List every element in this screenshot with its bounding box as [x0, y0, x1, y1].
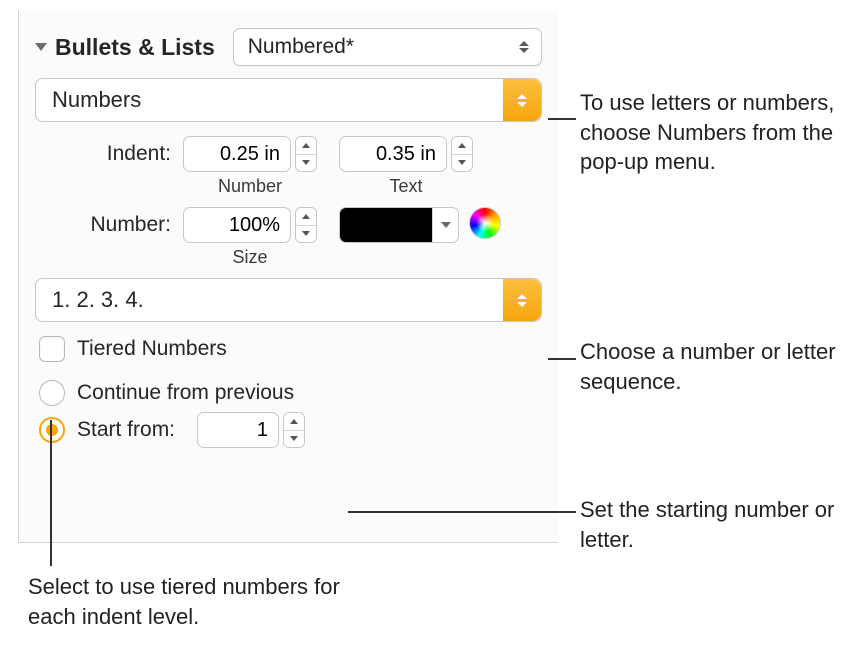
number-size-stepper[interactable]	[183, 207, 317, 243]
stepper-buttons[interactable]	[295, 207, 317, 243]
indent-number-stepper[interactable]	[183, 136, 317, 172]
stepper-buttons[interactable]	[283, 412, 305, 448]
color-wheel-icon[interactable]	[469, 207, 501, 239]
callout-line	[548, 358, 576, 360]
number-label: Number:	[35, 207, 183, 237]
tiered-numbers-label: Tiered Numbers	[77, 337, 227, 361]
callout-line	[548, 118, 576, 120]
callout-sequence: Choose a number or letter sequence.	[580, 337, 860, 396]
popup-cap-icon	[503, 279, 541, 321]
color-value	[340, 208, 432, 242]
indent-label: Indent:	[35, 136, 183, 166]
stepper-buttons[interactable]	[295, 136, 317, 172]
sequence-popup[interactable]: 1. 2. 3. 4.	[35, 278, 542, 322]
tiered-numbers-checkbox[interactable]	[39, 336, 65, 362]
bullet-type-popup-label: Numbers	[52, 87, 503, 113]
popup-cap-icon	[503, 79, 541, 121]
start-from-row: Start from:	[39, 412, 542, 448]
indent-text-stepper[interactable]	[339, 136, 473, 172]
start-from-label: Start from:	[77, 418, 175, 442]
section-header: Bullets & Lists Numbered*	[35, 28, 542, 66]
bullet-type-popup[interactable]: Numbers	[35, 78, 542, 122]
callout-tiered: Select to use tiered numbers for each in…	[28, 572, 388, 631]
number-row: Number: Size	[35, 207, 542, 268]
chevrons-icon	[517, 41, 531, 53]
tiered-numbers-row: Tiered Numbers	[39, 336, 542, 362]
start-from-field[interactable]	[197, 412, 279, 448]
stepper-buttons[interactable]	[451, 136, 473, 172]
indent-number-sublabel: Number	[218, 176, 282, 197]
continue-row: Continue from previous	[39, 380, 542, 406]
number-size-field[interactable]	[183, 207, 291, 243]
callout-start-from: Set the starting number or letter.	[580, 495, 850, 554]
disclosure-triangle-icon[interactable]	[35, 43, 47, 51]
continue-label: Continue from previous	[77, 381, 294, 405]
number-color-swatch[interactable]	[339, 207, 459, 243]
sequence-popup-label: 1. 2. 3. 4.	[52, 287, 503, 313]
list-style-popup[interactable]: Numbered*	[233, 28, 542, 66]
indent-text-field[interactable]	[339, 136, 447, 172]
start-from-radio[interactable]	[39, 417, 65, 443]
number-size-sublabel: Size	[232, 247, 267, 268]
callout-line	[348, 511, 576, 513]
start-from-stepper[interactable]	[197, 412, 305, 448]
callout-line	[50, 420, 52, 566]
indent-number-field[interactable]	[183, 136, 291, 172]
indent-text-sublabel: Text	[389, 176, 422, 197]
indent-row: Indent: Number	[35, 136, 542, 197]
bullets-lists-panel: Bullets & Lists Numbered* Numbers Indent…	[18, 10, 558, 543]
continue-radio[interactable]	[39, 380, 65, 406]
section-title: Bullets & Lists	[55, 34, 215, 61]
callout-type-popup: To use letters or numbers, choose Number…	[580, 88, 850, 177]
list-style-popup-label: Numbered*	[248, 35, 509, 59]
color-dropdown-icon[interactable]	[432, 208, 458, 242]
